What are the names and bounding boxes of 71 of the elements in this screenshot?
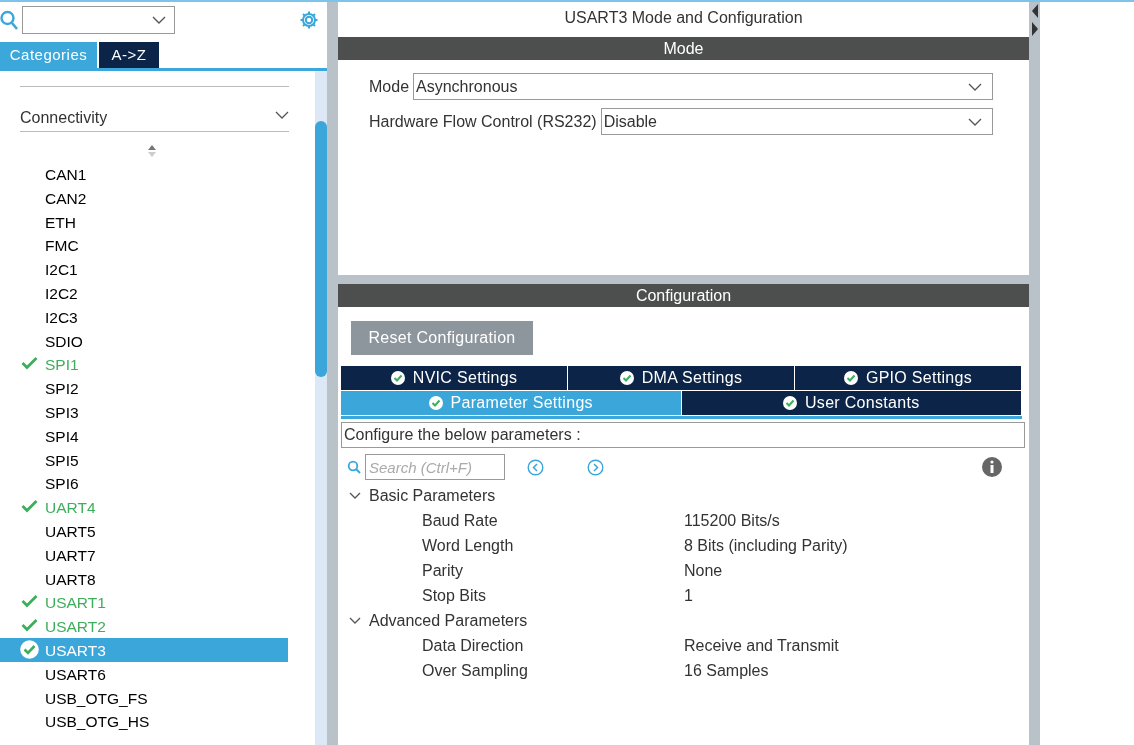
category-header[interactable]: Connectivity — [20, 104, 289, 132]
parameter-value: 1 — [684, 586, 693, 606]
check-icon — [21, 594, 38, 609]
parameter-value: 115200 Bits/s — [684, 511, 780, 531]
peripheral-item[interactable]: SPI5 — [0, 447, 288, 472]
search-icon — [347, 460, 361, 474]
peripheral-item[interactable]: USART6 — [0, 661, 288, 686]
chevron-down-icon — [152, 16, 166, 24]
parameter-group[interactable]: Advanced Parameters — [338, 608, 1029, 633]
check-circle-icon — [783, 396, 797, 410]
hint-text: Configure the below parameters : — [341, 422, 1025, 448]
section-header: Mode — [338, 37, 1029, 60]
peripheral-item[interactable]: SPI3 — [0, 399, 288, 424]
collapse-arrow-icon[interactable] — [1030, 2, 1039, 38]
peripheral-item[interactable]: ETH — [0, 209, 288, 234]
parameter-name: Parity — [421, 561, 464, 581]
settings-tab[interactable]: DMA Settings — [568, 366, 794, 390]
dropdown[interactable]: Asynchronous — [413, 73, 993, 100]
peripheral-item[interactable]: SPI4 — [0, 423, 288, 448]
section-header: Configuration — [338, 284, 1029, 307]
parameter-value: 8 Bits (including Parity) — [684, 536, 848, 556]
peripheral-item[interactable]: UART5 — [0, 518, 288, 543]
check-circle-icon — [619, 371, 634, 385]
settings-tab[interactable]: NVIC Settings — [341, 366, 567, 390]
settings-tab[interactable]: GPIO Settings — [795, 366, 1021, 390]
peripheral-item[interactable]: I2C2 — [0, 281, 288, 305]
peripheral-item[interactable]: USB_OTG_FS — [0, 685, 288, 710]
check-circle-icon — [20, 639, 39, 659]
peripheral-item[interactable]: CAN2 — [0, 185, 288, 210]
search-icon — [0, 10, 18, 30]
settings-tab[interactable]: User Constants — [681, 391, 1021, 415]
peripheral-item[interactable]: UART8 — [0, 566, 288, 591]
parameter-value: None — [684, 561, 723, 581]
field-label: Hardware Flow Control (RS232) — [369, 111, 597, 132]
scrollbar-thumb[interactable] — [315, 121, 327, 377]
parameter-name: Word Length — [421, 536, 515, 556]
peripheral-item[interactable]: SDIO — [0, 328, 288, 353]
view-tab[interactable]: A->Z — [99, 42, 159, 68]
peripheral-item[interactable]: USB_OTG_HS — [0, 709, 288, 734]
next-icon[interactable] — [587, 458, 604, 476]
parameter-value: Receive and Transmit — [684, 636, 839, 656]
chevron-down-icon — [968, 117, 982, 126]
peripheral-item[interactable]: SPI2 — [0, 376, 288, 400]
parameter-group[interactable]: Basic Parameters — [338, 483, 1029, 508]
info-icon[interactable] — [982, 457, 1002, 477]
check-circle-icon — [428, 396, 443, 410]
parameter-name: Data Direction — [421, 636, 525, 656]
settings-icon[interactable] — [299, 10, 319, 30]
sort-arrows-icon[interactable] — [147, 144, 157, 158]
panel-title: USART3 Mode and Configuration — [563, 8, 804, 28]
peripheral-item[interactable]: I2C3 — [0, 304, 288, 329]
check-circle-icon — [843, 371, 858, 385]
parameter-value: 16 Samples — [684, 661, 769, 681]
peripheral-item[interactable]: CAN1 — [0, 162, 288, 186]
dropdown[interactable]: Disable — [600, 108, 993, 135]
chevron-down-icon — [968, 82, 982, 91]
peripheral-item[interactable]: SPI6 — [0, 471, 288, 496]
peripheral-item[interactable]: FMC — [0, 233, 288, 258]
check-circle-icon — [390, 371, 405, 385]
check-icon — [21, 356, 38, 371]
peripheral-item[interactable]: UART7 — [0, 542, 288, 567]
check-icon — [21, 499, 38, 514]
previous-icon[interactable] — [527, 458, 544, 476]
check-icon — [21, 618, 38, 633]
parameter-name: Over Sampling — [421, 661, 529, 681]
category-dropdown[interactable] — [22, 6, 175, 34]
parameter-name: Baud Rate — [421, 511, 499, 531]
peripheral-item[interactable]: I2C1 — [0, 257, 288, 281]
field-label: Mode — [369, 76, 410, 97]
search-field[interactable]: Search (Ctrl+F) — [365, 454, 505, 480]
parameter-name: Stop Bits — [421, 586, 488, 606]
